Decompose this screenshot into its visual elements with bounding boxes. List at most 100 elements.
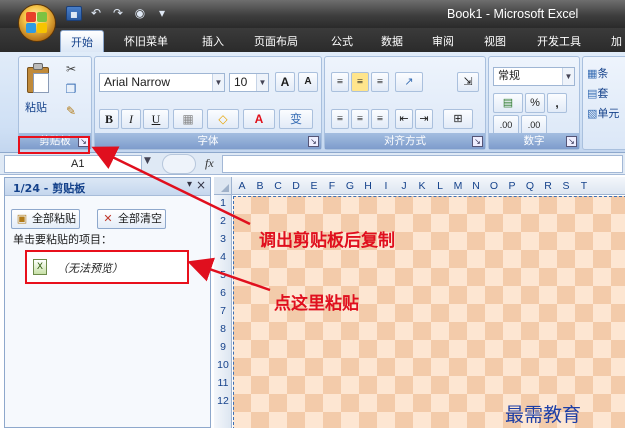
row-header[interactable]: 6 [214, 287, 232, 299]
row-header[interactable]: 3 [214, 233, 232, 245]
excel-item-icon: X [33, 259, 47, 275]
tab-developer[interactable]: 开发工具 [537, 33, 581, 49]
row-header[interactable]: 7 [214, 305, 232, 317]
format-as-table-button[interactable]: ▤套 [587, 85, 608, 101]
italic-button[interactable]: I [121, 109, 141, 129]
column-header[interactable]: L [431, 180, 449, 192]
pane-menu-icon[interactable]: ▾ [187, 179, 192, 190]
formula-input[interactable] [222, 155, 623, 173]
cell-styles-button[interactable]: ▧单元 [587, 105, 619, 121]
align-right-button[interactable]: ≡ [371, 109, 389, 129]
number-format-select[interactable]: 常规 ▼ [493, 67, 575, 86]
row-header[interactable]: 11 [214, 377, 232, 389]
customize-qat-icon[interactable]: ▾ [154, 6, 170, 21]
column-header[interactable]: K [413, 180, 431, 192]
column-header[interactable]: R [539, 180, 557, 192]
tab-insert[interactable]: 插入 [202, 33, 224, 49]
save-icon[interactable]: ▪ [66, 6, 82, 21]
redo-icon[interactable]: ↷ [110, 6, 126, 21]
alignment-launcher-icon[interactable]: ↘ [472, 136, 483, 147]
conditional-format-button[interactable]: ▦条 [587, 65, 608, 81]
column-header[interactable]: D [287, 180, 305, 192]
number-launcher-icon[interactable]: ↘ [566, 136, 577, 147]
copy-icon[interactable]: ❐ [63, 81, 79, 97]
insert-function-button[interactable]: fx [205, 156, 214, 171]
column-header[interactable]: A [233, 180, 251, 192]
row-header[interactable]: 10 [214, 359, 232, 371]
comma-button[interactable]: , [547, 93, 567, 113]
column-header[interactable]: J [395, 180, 413, 192]
increase-decimal-button[interactable]: .00 [493, 115, 519, 135]
font-size-select[interactable]: 10 ▼ [229, 73, 269, 92]
font-color-button[interactable]: A [243, 109, 275, 129]
row-header[interactable]: 1 [214, 197, 232, 209]
column-header[interactable]: F [323, 180, 341, 192]
name-box-dropdown-icon[interactable]: ▼ [144, 156, 151, 166]
align-bottom-button[interactable]: ≡ [371, 72, 389, 92]
close-icon[interactable]: × [196, 178, 206, 192]
row-header[interactable]: 5 [214, 269, 232, 281]
paste-all-label: 全部粘贴 [32, 212, 76, 225]
row-header[interactable]: 12 [214, 395, 232, 407]
border-button[interactable]: ▦ [173, 109, 203, 129]
shrink-font-button[interactable]: A [298, 72, 318, 92]
clear-all-button[interactable]: ✕ 全部清空 [97, 209, 166, 229]
tab-formulas[interactable]: 公式 [331, 33, 353, 49]
font-name-select[interactable]: Arial Narrow ▼ [99, 73, 225, 92]
column-header[interactable]: O [485, 180, 503, 192]
tab-page-layout[interactable]: 页面布局 [254, 33, 298, 49]
column-header[interactable]: N [467, 180, 485, 192]
column-header[interactable]: I [377, 180, 395, 192]
paste-all-button[interactable]: ▣ 全部粘贴 [11, 209, 80, 229]
column-header[interactable]: H [359, 180, 377, 192]
underline-button[interactable]: U [143, 109, 169, 129]
office-button[interactable] [18, 4, 56, 42]
font-launcher-icon[interactable]: ↘ [308, 136, 319, 147]
column-header[interactable]: M [449, 180, 467, 192]
orientation-button[interactable]: ↗ [395, 72, 423, 92]
merge-center-button[interactable]: ⊞ [443, 109, 473, 129]
tab-home[interactable]: 开始 [60, 30, 104, 52]
decrease-decimal-button[interactable]: .00 [521, 115, 547, 135]
tab-review[interactable]: 审阅 [432, 33, 454, 49]
align-top-button[interactable]: ≡ [331, 72, 349, 92]
row-header[interactable]: 4 [214, 251, 232, 263]
align-middle-button[interactable]: ≡ [351, 72, 369, 92]
wrap-text-button[interactable]: ⇲ [457, 72, 479, 92]
column-header[interactable]: T [575, 180, 593, 192]
row-header[interactable]: 2 [214, 215, 232, 227]
column-header[interactable]: G [341, 180, 359, 192]
cell-styles-label: 单元 [597, 107, 620, 120]
clipboard-item[interactable]: X （无法预览） [25, 250, 189, 284]
tab-addins[interactable]: 加 [611, 33, 622, 49]
column-header[interactable]: E [305, 180, 323, 192]
increase-indent-button[interactable]: ⇥ [415, 109, 433, 129]
accounting-format-button[interactable]: ▤ [493, 93, 523, 113]
row-header[interactable]: 9 [214, 341, 232, 353]
column-header[interactable]: Q [521, 180, 539, 192]
align-left-button[interactable]: ≡ [331, 109, 349, 129]
column-header[interactable]: C [269, 180, 287, 192]
select-all-corner[interactable] [214, 177, 232, 195]
column-header[interactable]: P [503, 180, 521, 192]
cut-icon[interactable]: ✂ [63, 61, 79, 77]
qat-extra-icon[interactable]: ◉ [132, 6, 148, 21]
fill-color-button[interactable]: ◇ [207, 109, 239, 129]
name-box[interactable]: A1 [4, 155, 142, 173]
bold-button[interactable]: B [99, 109, 119, 129]
phonetic-button[interactable]: 变 [279, 109, 313, 129]
number-group: 常规 ▼ ▤ % , .00 .00 数字 ↘ [488, 56, 580, 150]
tab-data[interactable]: 数据 [381, 33, 403, 49]
column-header[interactable]: B [251, 180, 269, 192]
row-header[interactable]: 8 [214, 323, 232, 335]
paste-button[interactable] [25, 61, 53, 95]
undo-icon[interactable]: ↶ [88, 6, 104, 21]
column-header[interactable]: S [557, 180, 575, 192]
format-painter-icon[interactable]: ✎ [63, 103, 79, 119]
percent-button[interactable]: % [525, 93, 545, 113]
align-center-button[interactable]: ≡ [351, 109, 369, 129]
tab-view[interactable]: 视图 [484, 33, 506, 49]
decrease-indent-button[interactable]: ⇤ [395, 109, 413, 129]
tab-classic-menu[interactable]: 怀旧菜单 [124, 33, 168, 49]
grow-font-button[interactable]: A [275, 72, 295, 92]
